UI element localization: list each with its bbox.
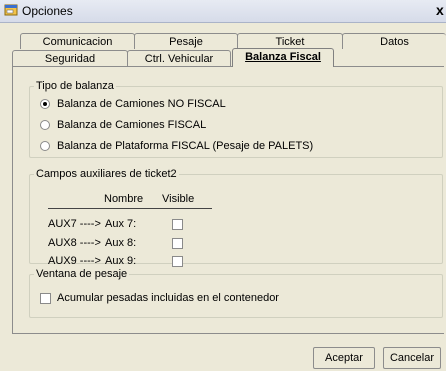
radio-plataforma-fiscal[interactable]: Balanza de Plataforma FISCAL (Pesaje de …: [40, 139, 313, 153]
acumular-pesadas-option[interactable]: Acumular pesadas incluidas en el contene…: [40, 292, 279, 304]
tab-balanza-fiscal[interactable]: Balanza Fiscal: [232, 48, 334, 67]
aux7-visible-checkbox[interactable]: [172, 219, 183, 230]
aux9-name: Aux 9:: [105, 255, 137, 267]
aux9-visible-checkbox[interactable]: [172, 256, 183, 267]
radio-button-icon: [40, 120, 50, 130]
tab-comunicacion[interactable]: Comunicacion: [20, 33, 135, 49]
header-divider: [48, 208, 212, 209]
group-tipo-balanza: Tipo de balanza Balanza de Camiones NO F…: [29, 80, 443, 158]
accept-button[interactable]: Aceptar: [313, 347, 375, 369]
aux7-name: Aux 7:: [105, 218, 137, 230]
window-title: Opciones: [22, 4, 73, 18]
acumular-pesadas-checkbox[interactable]: [40, 292, 51, 304]
radio-fiscal[interactable]: Balanza de Camiones FISCAL: [40, 118, 206, 132]
radio-fiscal-label: Balanza de Camiones FISCAL: [57, 119, 207, 131]
radio-button-icon: [40, 141, 50, 151]
title-bar[interactable]: Opciones x: [0, 0, 446, 23]
column-header-visible: Visible: [162, 193, 195, 205]
aux8-name: Aux 8:: [105, 237, 137, 249]
tab-pesaje[interactable]: Pesaje: [134, 33, 238, 49]
group-campos-auxiliares-legend: Campos auxiliares de ticket2: [34, 168, 179, 180]
radio-no-fiscal-label: Balanza de Camiones NO FISCAL: [57, 98, 226, 110]
group-ventana-pesaje-legend: Ventana de pesaje: [34, 268, 130, 280]
radio-plataforma-fiscal-label: Balanza de Plataforma FISCAL (Pesaje de …: [57, 140, 314, 152]
radio-no-fiscal[interactable]: Balanza de Camiones NO FISCAL: [40, 97, 226, 111]
aux8-field: AUX8 ---->: [48, 237, 101, 249]
aux7-field: AUX7 ---->: [48, 218, 101, 230]
group-campos-auxiliares: Campos auxiliares de ticket2 Nombre Visi…: [29, 168, 443, 267]
radio-button-icon: [40, 99, 50, 109]
column-header-nombre: Nombre: [104, 193, 144, 205]
aux9-field: AUX9 ---->: [48, 255, 101, 267]
tab-datos[interactable]: Datos: [342, 33, 446, 49]
cancel-button[interactable]: Cancelar: [383, 347, 441, 369]
group-tipo-balanza-legend: Tipo de balanza: [34, 80, 116, 92]
group-ventana-pesaje: Ventana de pesaje Acumular pesadas inclu…: [29, 268, 443, 318]
tab-seguridad[interactable]: Seguridad: [12, 50, 128, 66]
options-window: Opciones x Comunicacion Pesaje Ticket Da…: [0, 0, 446, 371]
close-icon[interactable]: x: [436, 2, 444, 18]
aux8-visible-checkbox[interactable]: [172, 238, 183, 249]
tab-ctrl-vehicular[interactable]: Ctrl. Vehicular: [127, 50, 231, 66]
acumular-pesadas-label: Acumular pesadas incluidas en el contene…: [57, 292, 279, 304]
window-app-icon: [4, 4, 18, 16]
tab-panel-balanza-fiscal: Tipo de balanza Balanza de Camiones NO F…: [12, 66, 444, 334]
tab-ticket[interactable]: Ticket: [237, 33, 343, 49]
